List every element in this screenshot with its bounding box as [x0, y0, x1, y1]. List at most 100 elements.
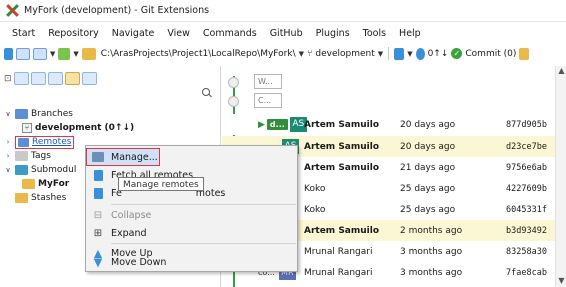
tree-label-current-branch: development (0↑↓) [35, 123, 135, 133]
menu-tools[interactable]: Tools [357, 28, 393, 39]
author-cell: Mrunal Rangari [304, 246, 373, 257]
menu-start[interactable]: Start [6, 28, 42, 39]
browse-icon[interactable] [33, 47, 47, 60]
chevron-down-icon[interactable]: ▼ [407, 50, 412, 58]
search-icon[interactable] [202, 88, 212, 98]
show-tags-icon[interactable] [47, 72, 63, 85]
commit-label: Commit (0) [465, 48, 517, 59]
date-cell: 20 days ago [400, 119, 456, 130]
manage-remotes-tooltip: Manage remotes [118, 177, 204, 191]
tree-label-submodules: Submodul [31, 165, 77, 175]
menu-item-label: Expand [111, 227, 147, 239]
author-cell: Artem Samuilo [304, 141, 380, 152]
menu-separator [111, 204, 296, 205]
pull-icon[interactable] [58, 47, 71, 60]
hash-cell: 83258a30 [506, 246, 547, 257]
author-cell: Artem Samuilo [304, 162, 380, 173]
menu-item-expand[interactable]: ⊞ Expand [87, 224, 297, 242]
show-stashes-icon[interactable] [81, 72, 97, 85]
tree-node-tags[interactable]: › Tags [4, 150, 51, 162]
hash-cell: 6045331f [506, 204, 547, 215]
folder-icon[interactable] [81, 47, 96, 60]
pin-icon[interactable]: ⊡ [4, 74, 12, 84]
chevron-down-icon[interactable]: ▼ [299, 50, 304, 58]
tree-node-current-branch[interactable]: ⑂ development (0↑↓) [22, 122, 134, 134]
hash-cell: 9756e6ab [506, 162, 547, 173]
date-cell: 3 months ago [400, 267, 463, 278]
chevron-up-icon[interactable]: ▲ [557, 66, 566, 75]
commit-filter[interactable]: C... [254, 93, 282, 108]
window-title: MyFork (development) - Git Extensions [24, 5, 210, 16]
chevron-down-icon[interactable]: ▼ [73, 50, 78, 58]
chevron-down-icon[interactable]: ∨ [4, 110, 12, 118]
menu-commands[interactable]: Commands [197, 28, 264, 39]
commit-button[interactable]: ✓ Commit (0) [451, 48, 516, 59]
stash-icon[interactable] [519, 47, 530, 60]
toolbar-separator [388, 47, 390, 60]
date-cell: 25 days ago [400, 183, 456, 194]
git-extensions-logo-icon [6, 4, 19, 17]
menu-github[interactable]: GitHub [264, 28, 310, 39]
chevron-down-icon[interactable]: ▼ [50, 50, 55, 58]
show-branches-icon[interactable] [13, 72, 29, 85]
fetch-toolbar-icon[interactable] [394, 47, 405, 60]
author-cell: Artem Samuilo [304, 225, 380, 236]
menu-view[interactable]: View [161, 28, 197, 39]
menu-repository[interactable]: Repository [42, 28, 106, 39]
left-panel-toolbar: ⊡ [4, 72, 97, 85]
date-cell: 25 days ago [400, 204, 456, 215]
menu-item-collapse: ⊟ Collapse [87, 206, 297, 224]
grid-scrollbar[interactable]: ▲ ▼ [555, 66, 566, 287]
menu-plugins[interactable]: Plugins [310, 28, 357, 39]
chevron-down-icon[interactable]: ▼ [378, 50, 383, 58]
show-remotes-icon[interactable] [30, 72, 46, 85]
menu-item-manage[interactable]: Manage... [87, 148, 297, 166]
menu-bar: Start Repository Navigate View Commands … [0, 25, 428, 41]
tree-label-remotes: Remotes [32, 137, 72, 147]
hash-cell: 877d905b [506, 119, 547, 130]
tree-node-remotes[interactable]: › Remotes [4, 135, 75, 149]
refresh-icon[interactable] [4, 47, 13, 60]
branches-icon [15, 109, 28, 119]
menu-item-label: Move Down [111, 256, 167, 268]
author-cell: Koko [304, 204, 326, 215]
tree-label-tags: Tags [31, 151, 51, 161]
push-icon[interactable] [415, 47, 425, 60]
tree-node-stashes[interactable]: Stashes [4, 192, 66, 204]
date-cell: 20 days ago [400, 141, 456, 152]
chevron-right-icon[interactable]: › [4, 138, 12, 146]
date-cell: 3 months ago [400, 246, 463, 257]
dashboard-icon[interactable] [16, 47, 30, 60]
worktree-filter[interactable]: W... [254, 74, 282, 89]
menu-navigate[interactable]: Navigate [106, 28, 162, 39]
main-toolbar: ▼ ▼ C:\ArasProjects\Project1\LocalRepo\M… [0, 44, 566, 63]
tree-node-branches[interactable]: ∨ Branches [4, 108, 73, 120]
branch-ref-icon: ▶ [258, 119, 265, 130]
remotes-highlight[interactable]: Remotes [15, 135, 75, 149]
current-branch-selector[interactable]: development [315, 49, 374, 59]
author-cell: Mrunal Rangari [304, 267, 373, 278]
tree-label-branches: Branches [31, 109, 73, 119]
revision-row[interactable]: ▶ d... AS Artem Samuilo 20 days ago 877d… [222, 114, 558, 135]
submodule-folder-icon [22, 179, 35, 189]
show-submodules-icon[interactable] [64, 72, 80, 85]
menu-item-move-down[interactable]: ▼ Move Down [87, 254, 297, 270]
ref-cell: ▶ d... AS [258, 117, 307, 132]
tree-node-submodules[interactable]: ∨ Submodul [4, 164, 76, 176]
remotes-context-menu: Manage... Fetch all remotes Fe motes ⊟ C… [85, 145, 298, 272]
chevron-down-icon[interactable]: ▼ [557, 276, 566, 285]
tags-icon [15, 151, 28, 161]
branch-tag: d... [266, 119, 288, 130]
sync-counts: 0↑↓ [427, 48, 449, 59]
tree-node-submodule-item[interactable]: MyFor [22, 178, 69, 190]
repository-path[interactable]: C:\ArasProjects\Project1\LocalRepo\MyFor… [101, 49, 296, 59]
stashes-icon [15, 193, 28, 203]
chevron-right-icon[interactable]: › [4, 152, 12, 160]
move-down-icon: ▼ [93, 255, 103, 269]
fetch-prune-icon [91, 187, 105, 199]
graph-node-index [228, 96, 239, 107]
menu-help[interactable]: Help [393, 28, 428, 39]
date-cell: 2 months ago [400, 225, 463, 236]
check-icon: ✓ [451, 48, 463, 59]
chevron-down-icon[interactable]: ∨ [4, 166, 12, 174]
